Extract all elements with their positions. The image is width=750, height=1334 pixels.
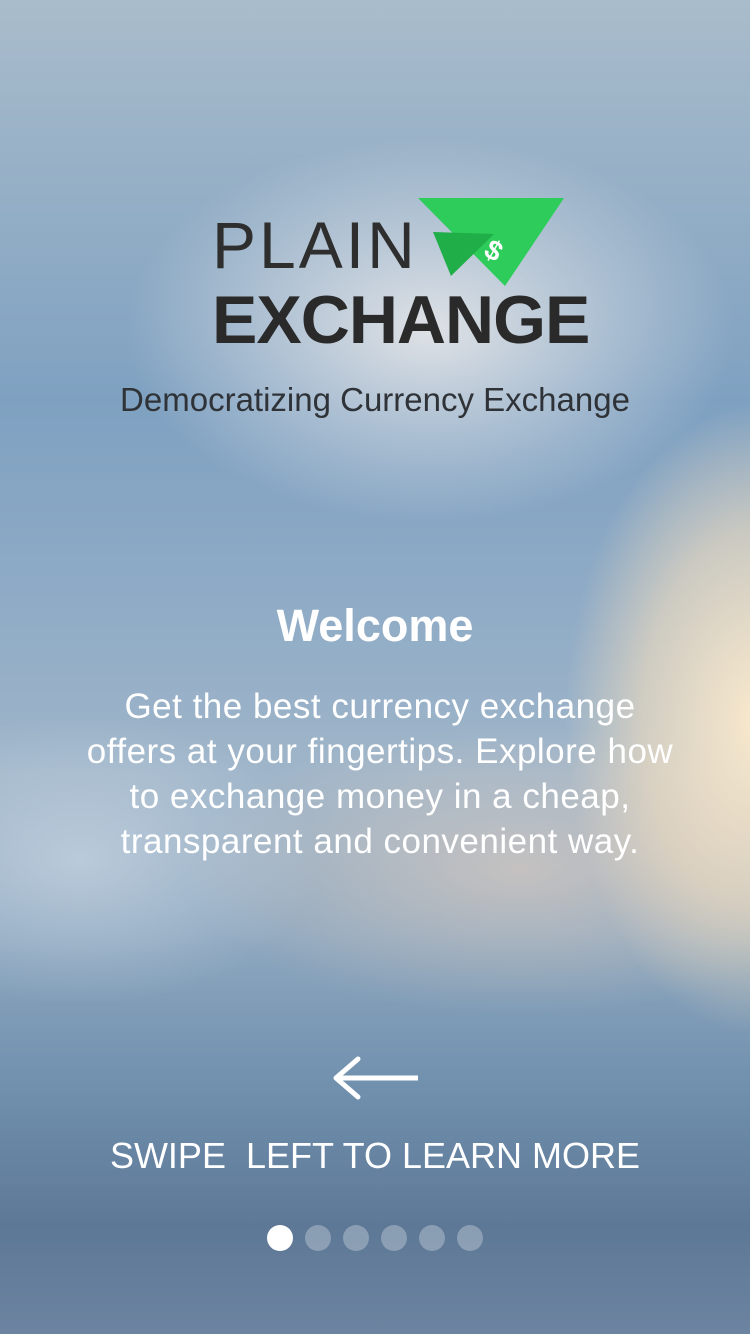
page-indicator[interactable] [0, 1225, 750, 1251]
page-dot-3[interactable] [343, 1225, 369, 1251]
logo-word-exchange: EXCHANGE [212, 282, 590, 358]
tagline: Democratizing Currency Exchange [120, 381, 630, 418]
welcome-title: Welcome [276, 600, 474, 651]
page-dot-5[interactable] [419, 1225, 445, 1251]
page-dot-2[interactable] [305, 1225, 331, 1251]
logo-word-plain: PLAIN [212, 208, 418, 282]
page-dot-4[interactable] [381, 1225, 407, 1251]
page-dot-6[interactable] [457, 1225, 483, 1251]
plain-exchange-logo: PLAIN $ EXCHANGE [212, 198, 590, 358]
swipe-hint-label: SWIPE LEFT TO LEARN MORE [109, 1135, 641, 1176]
arrow-left-icon [333, 1056, 418, 1100]
welcome-description: Get the best currency exchange offers at… [86, 687, 674, 861]
paper-plane-dollar-icon: $ [418, 198, 564, 286]
page-dot-1[interactable] [267, 1225, 293, 1251]
